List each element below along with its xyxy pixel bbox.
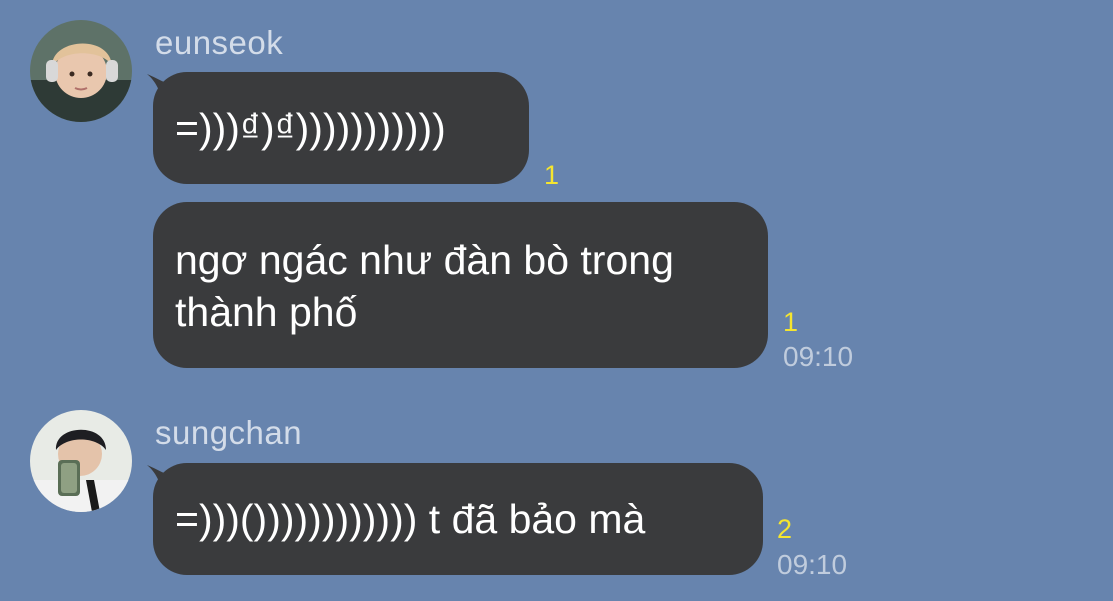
- message-bubble[interactable]: =)))()))))))))))) t đã bảo mà: [153, 463, 763, 575]
- message-bubble[interactable]: ngơ ngác như đàn bò trong thành phố: [153, 202, 768, 368]
- read-count: 2: [777, 514, 793, 544]
- message-bubble[interactable]: =)))₫)₫))))))))))): [153, 72, 529, 184]
- avatar[interactable]: [30, 410, 132, 512]
- chat-conversation: eunseok =)))₫)₫))))))))))) 1 ngơ ngác nh…: [0, 0, 1113, 601]
- timestamp: 09:10: [783, 341, 854, 372]
- read-count: 1: [544, 160, 560, 190]
- avatar[interactable]: [30, 20, 132, 122]
- avatar-photo-icon: [30, 20, 132, 122]
- sender-name: eunseok: [155, 24, 284, 61]
- sender-name: sungchan: [155, 414, 303, 451]
- read-count: 1: [783, 307, 799, 337]
- avatar-photo-icon: [30, 410, 132, 512]
- timestamp: 09:10: [777, 549, 848, 580]
